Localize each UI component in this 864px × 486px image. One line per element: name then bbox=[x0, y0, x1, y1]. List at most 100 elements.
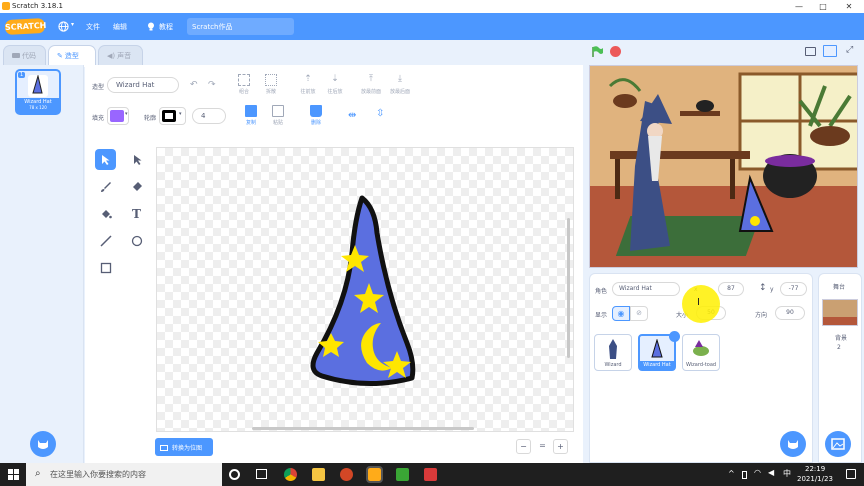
menu-edit[interactable]: 编辑 bbox=[113, 22, 127, 32]
vertical-scrollbar[interactable] bbox=[567, 218, 570, 358]
scratch-taskbar-icon[interactable] bbox=[366, 466, 383, 483]
line-icon bbox=[99, 234, 112, 247]
brush-tool[interactable] bbox=[95, 176, 116, 197]
sprite-wizard-toad[interactable]: Wizard-toad bbox=[682, 334, 720, 371]
y-input[interactable]: -77 bbox=[780, 282, 807, 296]
reshape-icon bbox=[133, 154, 141, 165]
horizontal-scrollbar[interactable] bbox=[252, 427, 474, 430]
paste-label: 粘贴 bbox=[272, 120, 283, 126]
costume-item[interactable]: 1 Wizard Hat 78 x 120 bbox=[15, 69, 61, 115]
green-flag-icon[interactable] bbox=[591, 46, 604, 60]
delete-button[interactable]: 删除 bbox=[302, 105, 330, 137]
stage[interactable] bbox=[589, 65, 858, 268]
sprite-name-input[interactable]: Wizard Hat bbox=[612, 282, 680, 296]
group-button[interactable]: 组合 bbox=[230, 74, 258, 106]
circle-tool[interactable] bbox=[126, 230, 147, 251]
flip-horizontal-icon[interactable]: ⇹ bbox=[348, 110, 356, 121]
small-stage-icon[interactable] bbox=[805, 47, 816, 56]
outline-color-picker[interactable]: ▾ bbox=[159, 107, 186, 125]
reshape-tool[interactable] bbox=[126, 149, 147, 170]
tray-up-icon[interactable]: ^ bbox=[728, 469, 735, 478]
globe-icon[interactable] bbox=[58, 21, 69, 34]
paint-canvas[interactable] bbox=[156, 147, 574, 432]
outline-label: 轮廓 bbox=[144, 115, 157, 122]
direction-input[interactable]: 90 bbox=[775, 306, 805, 320]
file-explorer-icon[interactable] bbox=[312, 468, 325, 481]
paste-button[interactable]: 粘贴 bbox=[264, 105, 292, 137]
sprite-name: Wizard Hat bbox=[640, 361, 674, 369]
wizard-hat-thumbnail bbox=[651, 338, 663, 358]
rectangle-tool[interactable] bbox=[95, 257, 116, 278]
menu-file[interactable]: 文件 bbox=[86, 22, 100, 32]
select-tool[interactable] bbox=[95, 149, 116, 170]
back-button[interactable]: ⤓ 放最后面 bbox=[386, 74, 414, 106]
chevron-down-icon: ▾ bbox=[179, 111, 182, 117]
text-tool[interactable]: T bbox=[126, 203, 147, 224]
copy-label: 复制 bbox=[245, 120, 256, 126]
choose-costume-button[interactable] bbox=[30, 431, 56, 457]
copy-button[interactable]: 复制 bbox=[237, 105, 265, 137]
undo-icon[interactable]: ↶ bbox=[190, 80, 198, 90]
brush-icon bbox=[100, 181, 111, 192]
front-button[interactable]: ⤒ 放最前面 bbox=[357, 74, 385, 106]
show-visible-button[interactable]: ◉ bbox=[612, 306, 630, 321]
maximize-button[interactable]: □ bbox=[816, 1, 830, 12]
clock-time[interactable]: 22:19 bbox=[805, 465, 825, 473]
ungroup-button[interactable]: 拆散 bbox=[257, 74, 285, 106]
taskbar-search-input[interactable]: 在这里输入你要搜索的内容 bbox=[26, 463, 222, 486]
tab-sounds[interactable]: ◀) 声音 bbox=[98, 45, 143, 66]
costume-number: 1 bbox=[18, 72, 26, 78]
stage-scene bbox=[590, 66, 857, 267]
clock-date[interactable]: 2021/1/23 bbox=[797, 475, 833, 483]
redo-icon[interactable]: ↷ bbox=[208, 80, 216, 90]
outline-width-input[interactable]: 4 bbox=[192, 108, 226, 124]
costume-name-input[interactable]: Wizard Hat bbox=[107, 77, 179, 93]
fullscreen-icon[interactable]: ⤢ bbox=[846, 45, 853, 55]
direction-label: 方向 bbox=[755, 312, 768, 319]
choose-backdrop-button[interactable] bbox=[825, 431, 851, 457]
x-input[interactable]: 87 bbox=[718, 282, 744, 296]
zoom-in-button[interactable]: + bbox=[553, 439, 568, 454]
zoom-out-button[interactable]: − bbox=[516, 439, 531, 454]
eraser-tool[interactable] bbox=[126, 176, 147, 197]
back-label: 放最后面 bbox=[389, 89, 410, 95]
windows-start-icon[interactable] bbox=[8, 469, 19, 482]
wifi-icon[interactable]: ◠ bbox=[754, 468, 761, 477]
flip-vertical-icon[interactable]: ⇳ bbox=[376, 108, 384, 119]
project-title-input[interactable]: Scratch作品 bbox=[187, 18, 294, 35]
recorder-icon[interactable] bbox=[424, 468, 437, 481]
stop-icon[interactable] bbox=[610, 46, 621, 57]
trash-icon[interactable] bbox=[669, 331, 680, 342]
zoom-reset-button[interactable]: = bbox=[535, 439, 550, 454]
front-label: 放最前面 bbox=[360, 89, 381, 95]
show-hidden-button[interactable]: ⊘ bbox=[630, 306, 648, 321]
cortana-icon[interactable] bbox=[229, 469, 240, 480]
tab-code[interactable]: 代码 bbox=[3, 45, 46, 66]
chrome-icon[interactable] bbox=[284, 468, 297, 481]
close-button[interactable]: ✕ bbox=[842, 1, 856, 12]
task-view-icon[interactable] bbox=[256, 469, 267, 479]
backward-button[interactable]: ⇣ 往后放 bbox=[321, 74, 349, 106]
tab-costumes[interactable]: ✎ 造型 bbox=[48, 45, 96, 67]
ime-icon[interactable]: 中 bbox=[783, 468, 791, 479]
forward-button[interactable]: ⇡ 往前放 bbox=[294, 74, 322, 106]
sprite-wizard-hat[interactable]: Wizard Hat bbox=[638, 331, 680, 371]
backward-icon: ⇣ bbox=[331, 74, 339, 84]
volume-icon[interactable]: ◀ bbox=[768, 468, 774, 477]
fill-color-picker[interactable]: ▾ bbox=[107, 107, 129, 125]
fill-tool[interactable] bbox=[95, 203, 116, 224]
camtasia-icon[interactable] bbox=[396, 468, 409, 481]
group-icon bbox=[238, 74, 250, 86]
convert-to-bitmap-button[interactable]: 转换为位图 bbox=[155, 438, 213, 456]
sprite-wizard[interactable]: Wizard bbox=[594, 334, 632, 371]
backdrop-icon bbox=[831, 438, 845, 450]
choose-sprite-button[interactable] bbox=[780, 431, 806, 457]
brush-icon: ✎ bbox=[57, 52, 63, 60]
minimize-button[interactable]: — bbox=[792, 1, 806, 12]
notification-icon[interactable] bbox=[846, 469, 856, 479]
powerpoint-icon[interactable] bbox=[340, 468, 353, 481]
line-tool[interactable] bbox=[95, 230, 116, 251]
large-stage-icon[interactable] bbox=[823, 45, 837, 57]
scratch-logo[interactable]: SCRATCH bbox=[4, 17, 47, 36]
menu-tutorials[interactable]: 教程 bbox=[159, 22, 173, 32]
